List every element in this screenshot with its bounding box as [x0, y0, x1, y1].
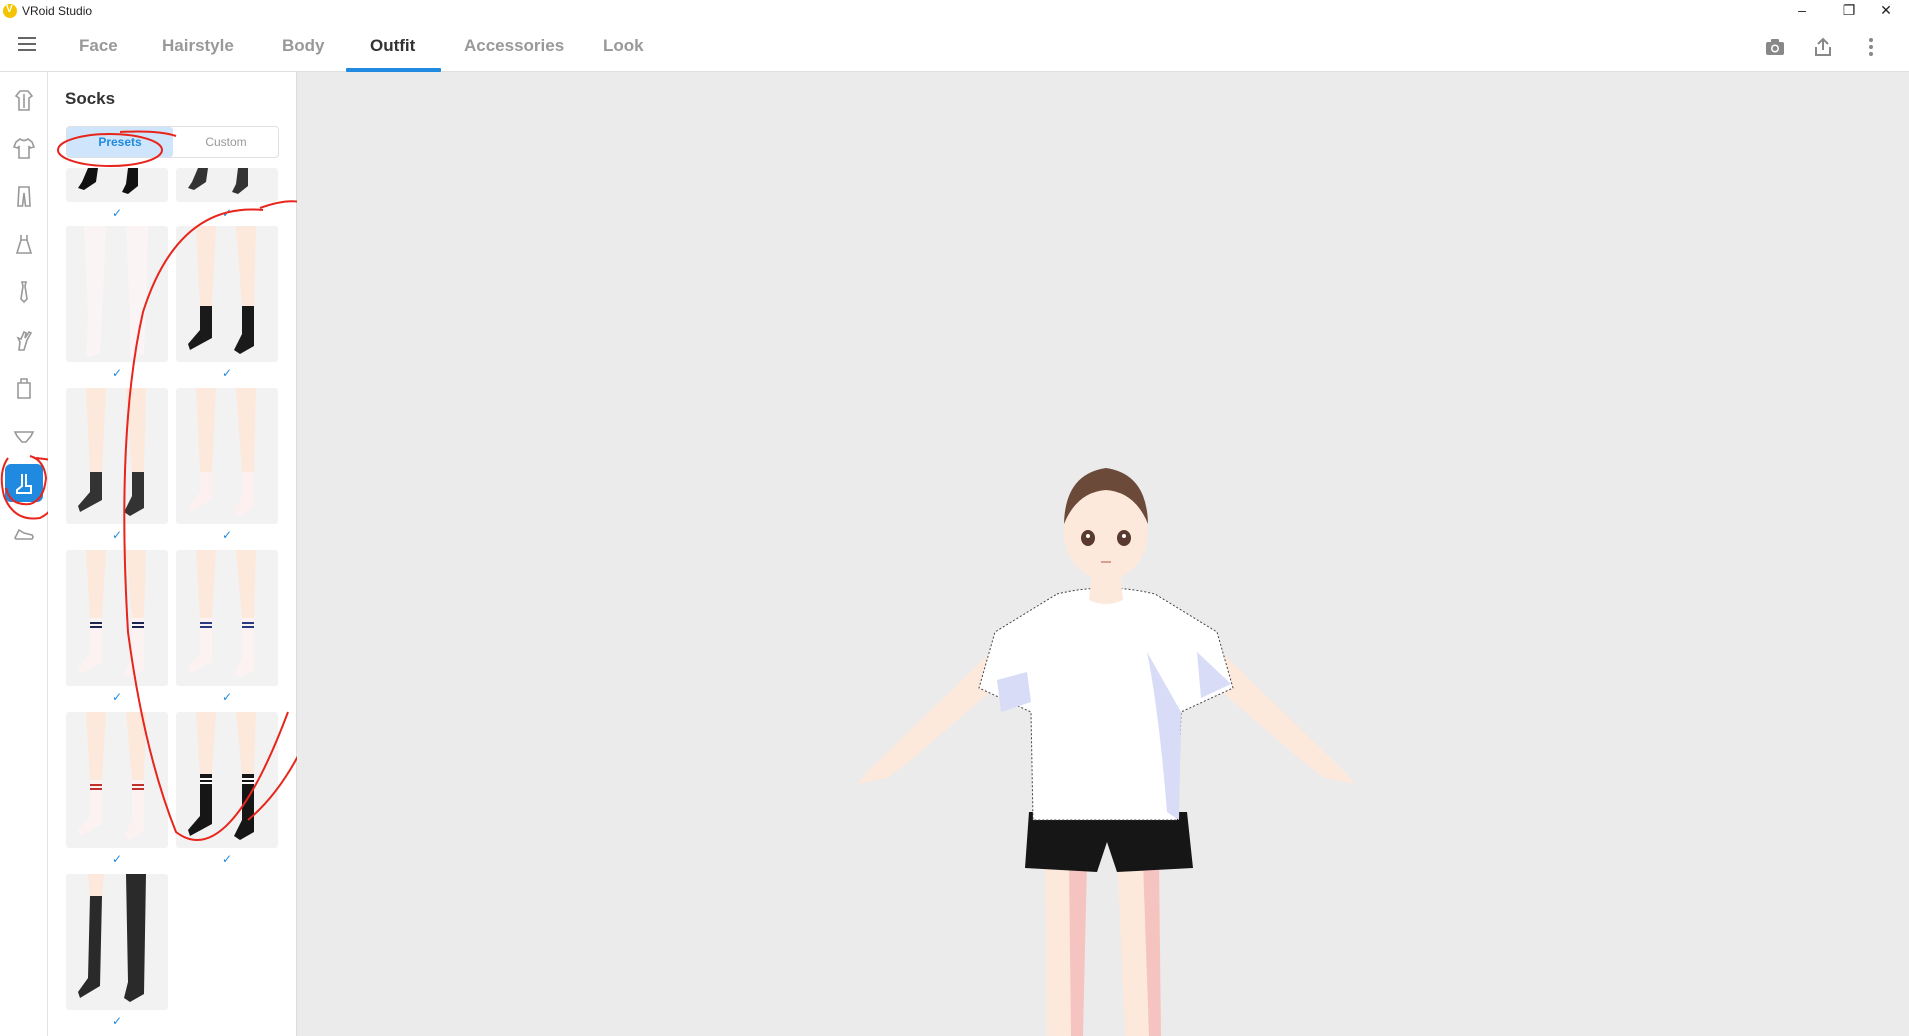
bag-icon[interactable]	[10, 374, 38, 402]
tab-face[interactable]: Face	[79, 36, 118, 56]
underwear-icon[interactable]	[10, 422, 38, 450]
avatar-model	[857, 468, 1355, 1036]
tab-hairstyle[interactable]: Hairstyle	[162, 36, 234, 56]
close-button[interactable]: ✕	[1863, 0, 1909, 22]
tab-accessories[interactable]: Accessories	[464, 36, 564, 56]
minimize-button[interactable]: –	[1779, 0, 1825, 22]
tab-outfit[interactable]: Outfit	[370, 36, 415, 56]
tab-look[interactable]: Look	[603, 36, 644, 56]
coat-icon[interactable]	[10, 86, 38, 114]
model-viewport[interactable]	[297, 72, 1909, 1036]
tab-body[interactable]: Body	[282, 36, 325, 56]
title-bar: VRoid Studio – ❐ ✕	[0, 0, 1909, 22]
window-title: VRoid Studio	[22, 4, 93, 18]
necktie-icon[interactable]	[10, 278, 38, 306]
export-icon[interactable]	[1811, 35, 1835, 59]
tshirt-icon[interactable]	[10, 134, 38, 162]
top-nav: Face Hairstyle Body Outfit Accessories L…	[0, 22, 1909, 72]
glove-icon[interactable]	[10, 326, 38, 354]
hamburger-menu-icon[interactable]	[18, 37, 36, 53]
vroid-logo-icon	[3, 4, 17, 18]
category-sidebar	[0, 72, 70, 1036]
camera-icon[interactable]	[1763, 35, 1787, 59]
onepiece-icon[interactable]	[10, 230, 38, 258]
pants-icon[interactable]	[10, 182, 38, 210]
more-vertical-icon[interactable]	[1859, 35, 1883, 59]
